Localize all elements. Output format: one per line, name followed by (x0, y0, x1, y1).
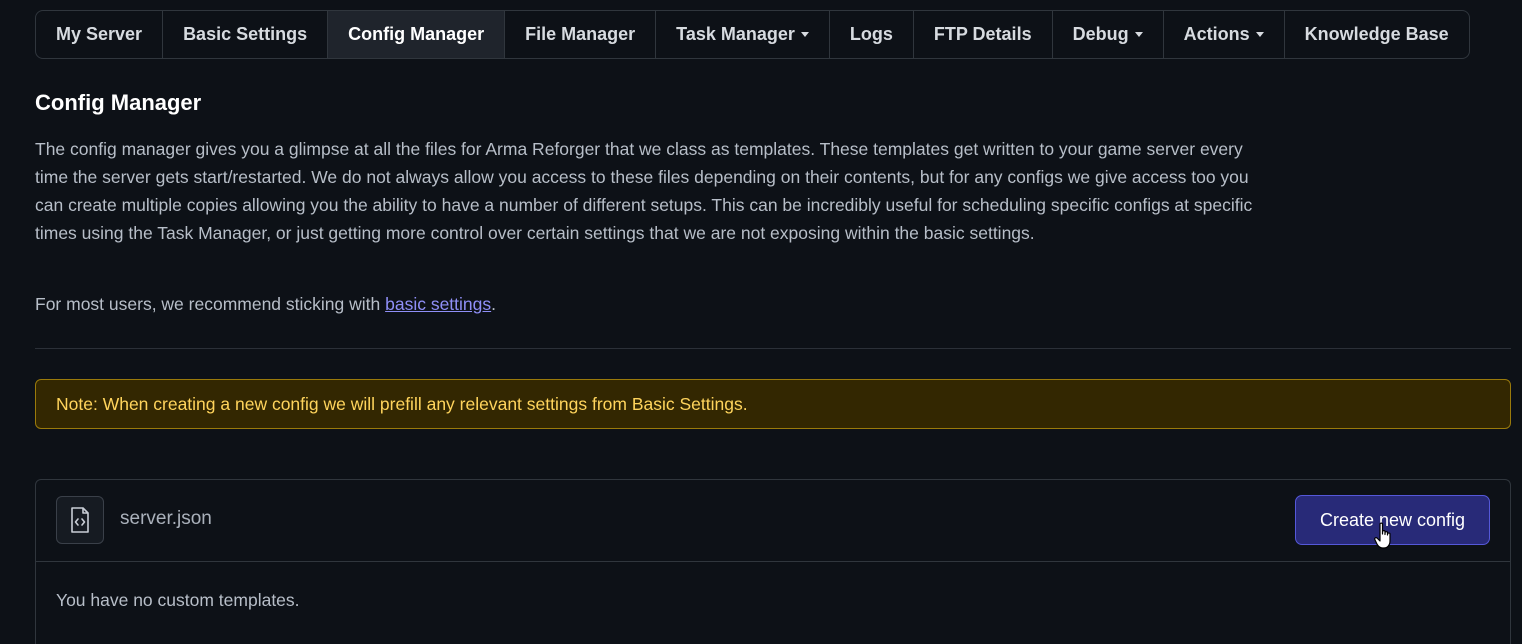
note-text: Note: When creating a new config we will… (56, 393, 748, 414)
recommendation-text: For most users, we recommend sticking wi… (35, 290, 496, 318)
tab-my-server[interactable]: My Server (36, 11, 164, 58)
recommend-prefix: For most users, we recommend sticking wi… (35, 294, 386, 314)
page-title: Config Manager (35, 90, 202, 115)
caret-down-icon (1255, 32, 1264, 37)
note-alert: Note: When creating a new config we will… (35, 379, 1511, 429)
tab-task-manager[interactable]: Task Manager (656, 11, 830, 58)
recommend-suffix: . (491, 294, 497, 314)
tab-label: Logs (849, 24, 893, 44)
tab-label: FTP Details (933, 24, 1032, 44)
section-divider (35, 348, 1511, 349)
basic-settings-link[interactable]: basic settings (385, 294, 491, 314)
tab-label: Actions (1183, 24, 1250, 44)
tab-label: Debug (1072, 24, 1129, 44)
page: My Server Basic Settings Config Manager … (0, 0, 1522, 644)
tab-debug[interactable]: Debug (1053, 11, 1164, 58)
config-card-header: server.json Create new config (36, 480, 1510, 562)
caret-down-icon (800, 32, 809, 37)
tab-logs[interactable]: Logs (830, 11, 914, 58)
nav-tabs: My Server Basic Settings Config Manager … (35, 10, 1470, 59)
tab-label: Task Manager (676, 24, 795, 44)
caret-down-icon (1134, 32, 1143, 37)
tab-actions[interactable]: Actions (1164, 11, 1285, 58)
page-description: The config manager gives you a glimpse a… (35, 139, 1253, 243)
hand-pointer-cursor-icon (1374, 522, 1391, 549)
tab-label: Config Manager (348, 24, 485, 44)
config-file-name: server.json (120, 508, 212, 529)
tab-label: My Server (56, 24, 143, 44)
config-card: server.json Create new config You have n… (35, 479, 1511, 644)
tab-file-manager[interactable]: File Manager (505, 11, 657, 58)
tab-config-manager[interactable]: Config Manager (328, 11, 506, 58)
tab-knowledge-base[interactable]: Knowledge Base (1285, 11, 1469, 58)
tab-label: Knowledge Base (1304, 24, 1449, 44)
tab-ftp-details[interactable]: FTP Details (914, 11, 1053, 58)
tab-label: File Manager (525, 24, 636, 44)
tab-label: Basic Settings (183, 24, 308, 44)
file-code-icon (56, 496, 104, 544)
file-code-icon-svg (71, 507, 89, 533)
empty-templates-message: You have no custom templates. (56, 590, 300, 610)
tab-basic-settings[interactable]: Basic Settings (163, 11, 329, 58)
